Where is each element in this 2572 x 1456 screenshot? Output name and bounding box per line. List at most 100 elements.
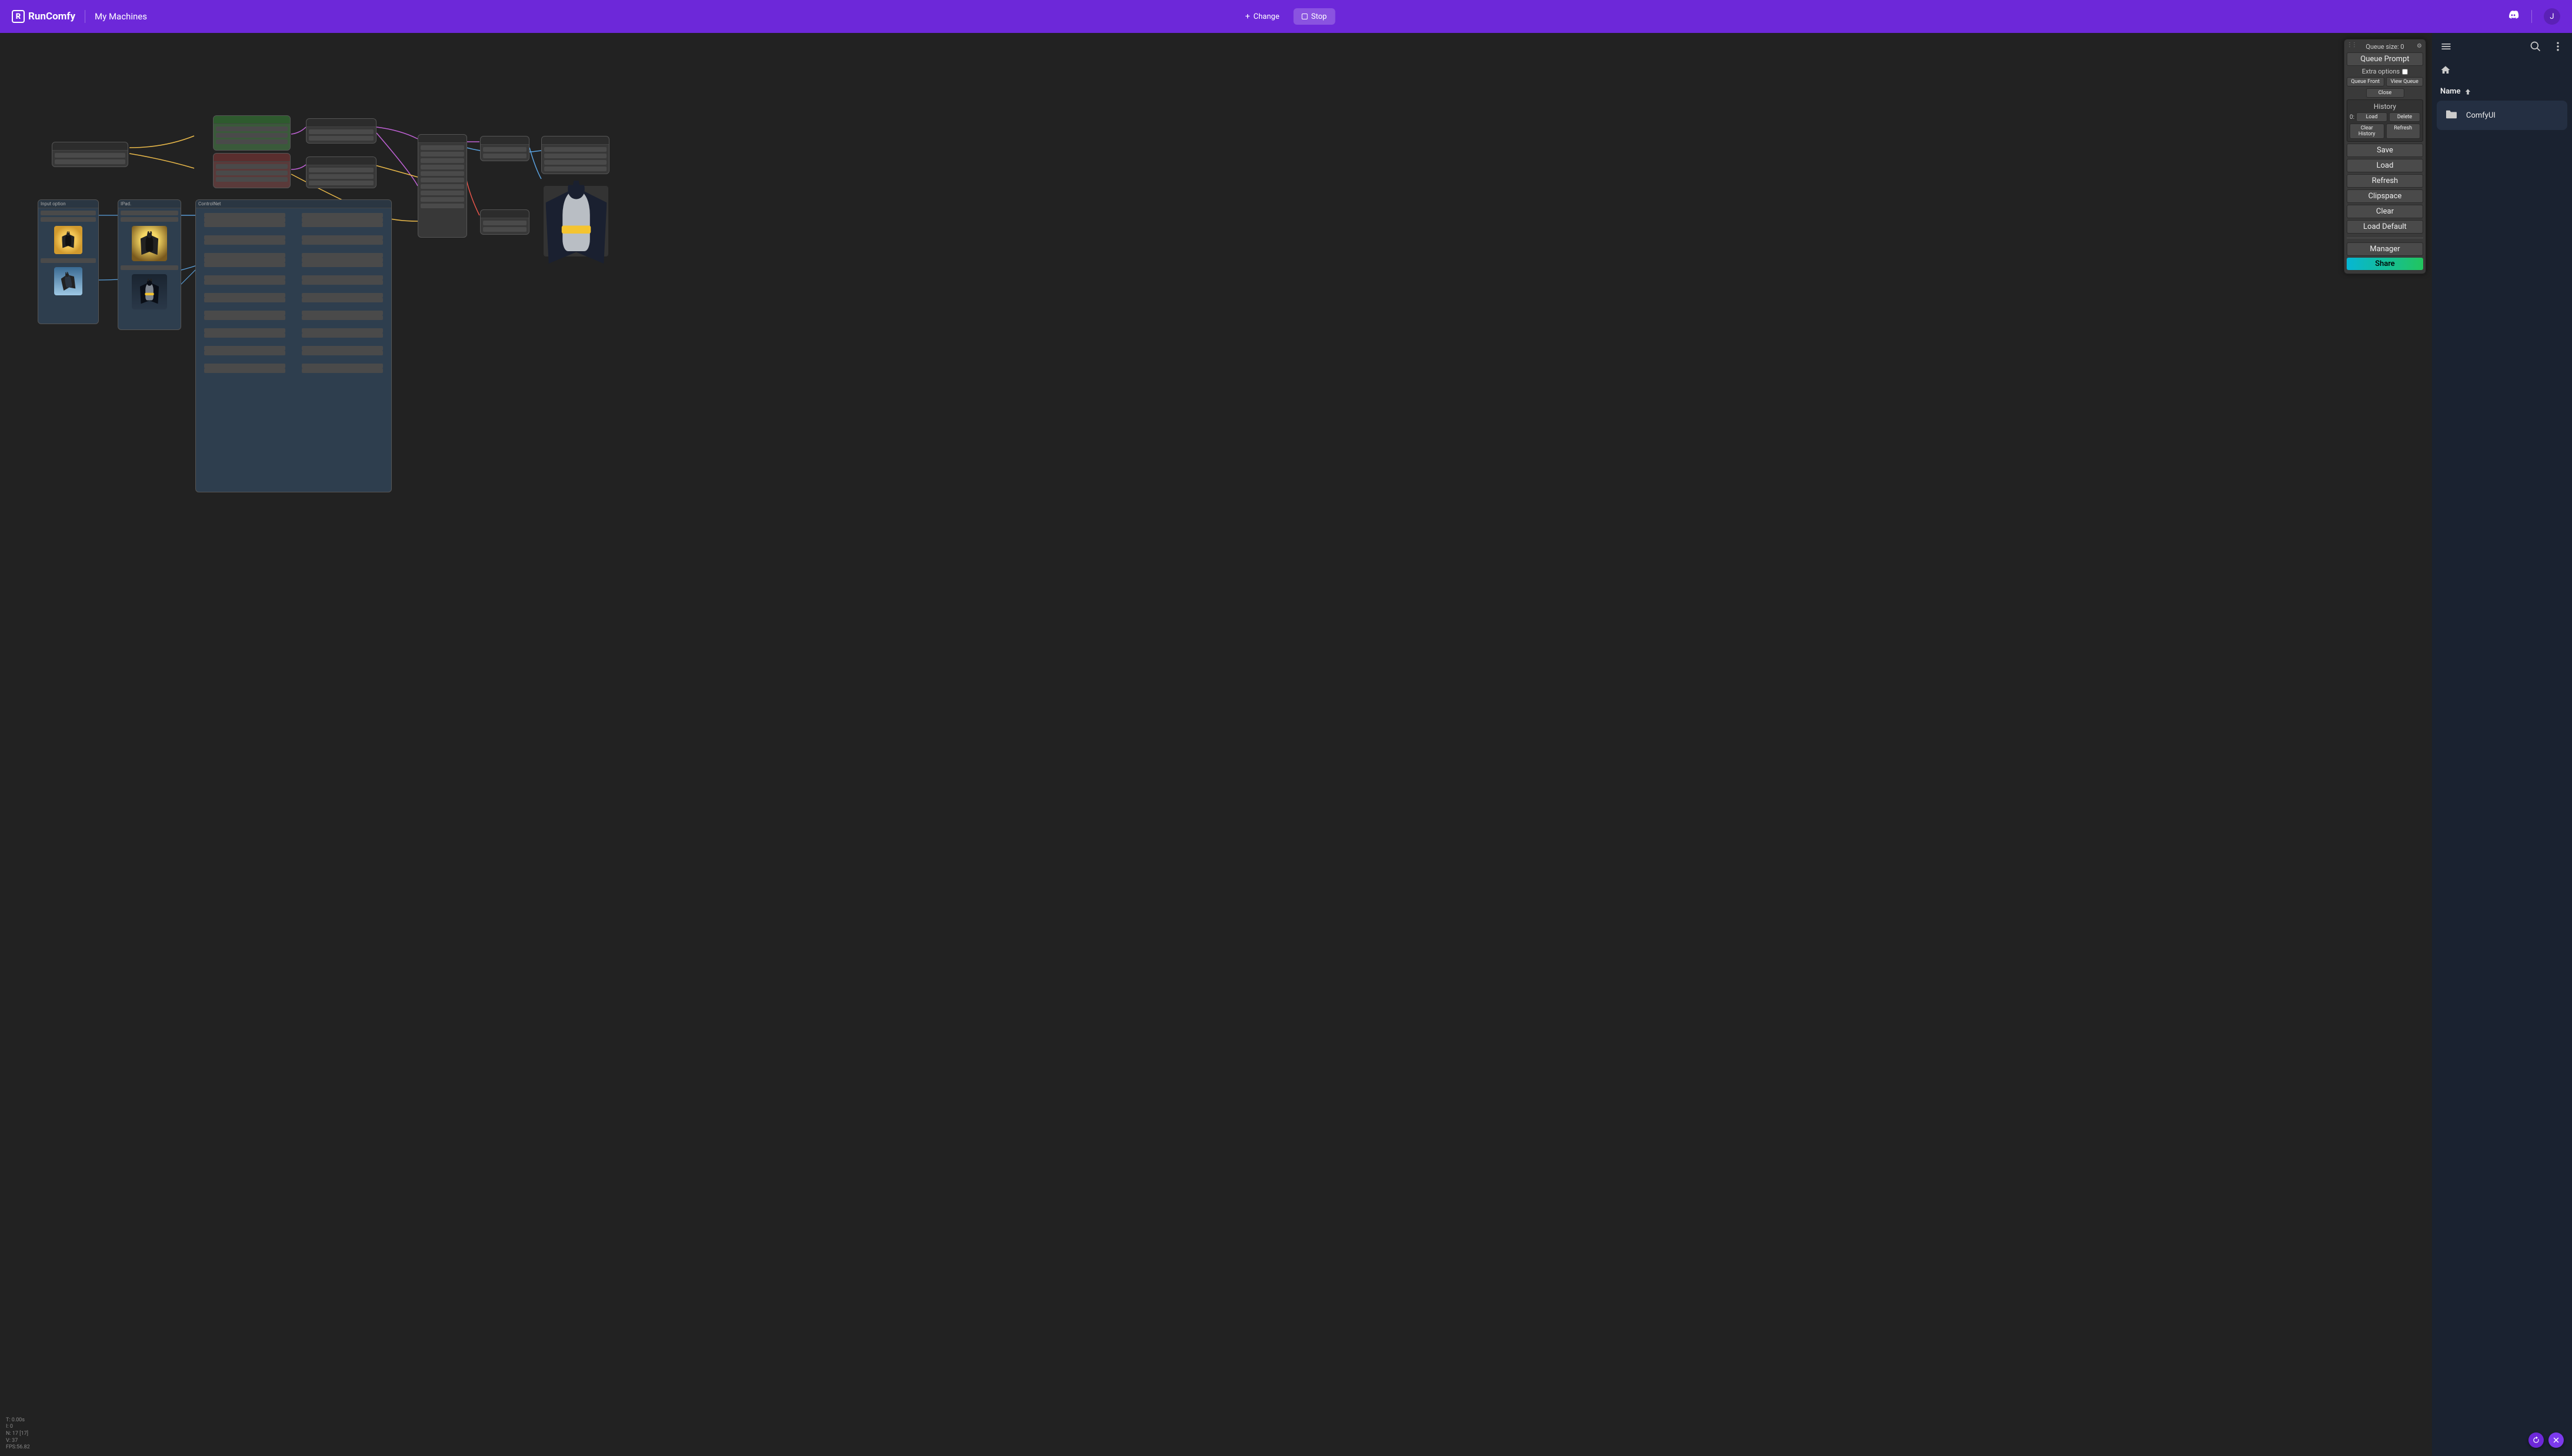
image-thumb-4[interactable]: [132, 274, 167, 309]
cn-slot-l2[interactable]: [204, 253, 285, 267]
node-title: [306, 157, 376, 165]
cn-slot-r7[interactable]: [302, 346, 383, 355]
node-controlnet-group[interactable]: ControlNet: [195, 199, 392, 492]
node-empty-latent[interactable]: [480, 209, 529, 235]
menu-icon[interactable]: [2440, 41, 2452, 55]
cn-slot-l3[interactable]: [204, 275, 285, 285]
fab-close-button[interactable]: [2548, 1432, 2564, 1448]
cn-slot-l8[interactable]: [204, 364, 285, 373]
fab-refresh-button[interactable]: [2528, 1432, 2544, 1448]
queue-size-label: Queue size: 0: [2347, 43, 2423, 51]
cn-slot-l6[interactable]: [204, 328, 285, 338]
brand-name: RunComfy: [28, 11, 75, 22]
node-ipad[interactable]: IPad.: [118, 199, 181, 330]
cn-slot-r4[interactable]: [302, 293, 383, 302]
brand-logo[interactable]: R RunComfy: [12, 10, 75, 23]
node-positive-prompt[interactable]: [213, 115, 291, 151]
user-avatar[interactable]: J: [2544, 8, 2560, 25]
close-button[interactable]: Close: [2366, 88, 2404, 98]
more-icon[interactable]: [2552, 41, 2564, 55]
divider: [2531, 10, 2532, 23]
node-title: [481, 210, 529, 218]
hud-n: N: 17 [17]: [6, 1431, 30, 1438]
cn-slot-r1[interactable]: [302, 235, 383, 245]
history-index: 0:: [2350, 114, 2354, 121]
node-vae-decode[interactable]: [480, 136, 529, 161]
extra-options-checkbox[interactable]: [2402, 69, 2408, 75]
stop-button[interactable]: Stop: [1294, 8, 1335, 25]
header-right: J: [2507, 8, 2560, 25]
name-column-header[interactable]: Name: [2432, 82, 2572, 101]
hud-i: I: 0: [6, 1424, 30, 1431]
clipspace-button[interactable]: Clipspace: [2347, 189, 2423, 203]
cn-slot-r5[interactable]: [302, 311, 383, 320]
cn-slot-l0[interactable]: [204, 213, 285, 227]
cn-slot-l5[interactable]: [204, 311, 285, 320]
history-item-0: 0: Load Delete: [2350, 112, 2420, 122]
clear-button[interactable]: Clear: [2347, 205, 2423, 218]
load-default-button[interactable]: Load Default: [2347, 220, 2423, 234]
node-clip-1[interactable]: [306, 118, 377, 144]
history-delete-button[interactable]: Delete: [2389, 112, 2420, 122]
history-box: History 0: Load Delete Clear History Ref…: [2347, 99, 2423, 142]
home-button[interactable]: [2432, 62, 2572, 82]
name-header-label: Name: [2440, 87, 2460, 96]
history-label: History: [2350, 102, 2420, 111]
gear-icon[interactable]: ⚙: [2417, 43, 2422, 49]
extra-options-label: Extra options: [2362, 68, 2400, 75]
logo-badge: R: [12, 10, 25, 23]
load-button[interactable]: Load: [2347, 159, 2423, 172]
change-label: Change: [1254, 12, 1280, 21]
cn-slot-r3[interactable]: [302, 275, 383, 285]
my-machines-link[interactable]: My Machines: [95, 11, 147, 22]
cn-slot-r8[interactable]: [302, 364, 383, 373]
cn-slot-l7[interactable]: [204, 346, 285, 355]
node-title: [542, 136, 609, 145]
cn-slot-r0[interactable]: [302, 213, 383, 227]
drag-handle-icon[interactable]: ⋮⋮: [2347, 42, 2356, 48]
sort-asc-icon: [2464, 88, 2472, 96]
node-ksampler[interactable]: [418, 134, 467, 238]
refresh-history-button[interactable]: Refresh: [2386, 124, 2421, 139]
node-preview-image[interactable]: [541, 136, 609, 174]
node-title: Input option: [38, 200, 98, 208]
stop-icon: [1302, 14, 1308, 19]
image-thumb-1[interactable]: [54, 226, 82, 254]
share-button[interactable]: Share: [2347, 258, 2423, 270]
image-thumb-3[interactable]: [132, 226, 167, 261]
change-button[interactable]: + Change: [1237, 8, 1288, 25]
cn-slot-r6[interactable]: [302, 328, 383, 338]
extra-options-toggle[interactable]: Extra options: [2347, 68, 2423, 75]
node-negative-prompt[interactable]: [213, 153, 291, 188]
performance-hud: T: 0.00s I: 0 N: 17 [17] V: 37 FPS:56.82: [6, 1417, 30, 1451]
node-load-checkpoint[interactable]: [52, 142, 128, 167]
node-clip-2[interactable]: [306, 156, 377, 188]
stop-label: Stop: [1311, 12, 1327, 21]
save-button[interactable]: Save: [2347, 144, 2423, 157]
file-item-comfyui[interactable]: ComfyUI: [2437, 101, 2567, 130]
search-icon[interactable]: [2530, 41, 2541, 55]
cn-slot-l4[interactable]: [204, 293, 285, 302]
node-title: [52, 142, 128, 151]
node-title: ControlNet: [196, 200, 391, 208]
file-panel: Name ComfyUI: [2432, 33, 2572, 1456]
node-input-option[interactable]: Input option: [38, 199, 99, 324]
image-thumb-2[interactable]: [54, 267, 82, 295]
node-title: [214, 154, 290, 162]
graph-canvas[interactable]: Input option IPad.: [0, 33, 2432, 1456]
view-queue-button[interactable]: View Queue: [2386, 77, 2424, 86]
refresh-button[interactable]: Refresh: [2347, 174, 2423, 188]
cn-slot-r2[interactable]: [302, 253, 383, 267]
control-panel[interactable]: ⋮⋮ ⚙ Queue size: 0 Queue Prompt Extra op…: [2344, 39, 2426, 274]
app-header: R RunComfy My Machines + Change Stop J: [0, 0, 2572, 33]
cn-slot-l1[interactable]: [204, 235, 285, 245]
output-image[interactable]: [544, 186, 608, 256]
clear-history-button[interactable]: Clear History: [2350, 124, 2384, 139]
manager-button[interactable]: Manager: [2347, 242, 2423, 256]
history-load-button[interactable]: Load: [2356, 112, 2387, 122]
queue-prompt-button[interactable]: Queue Prompt: [2347, 52, 2423, 66]
plus-icon: +: [1245, 12, 1250, 21]
discord-icon[interactable]: [2507, 9, 2520, 24]
node-title: [418, 135, 467, 143]
queue-front-button[interactable]: Queue Front: [2347, 77, 2384, 86]
